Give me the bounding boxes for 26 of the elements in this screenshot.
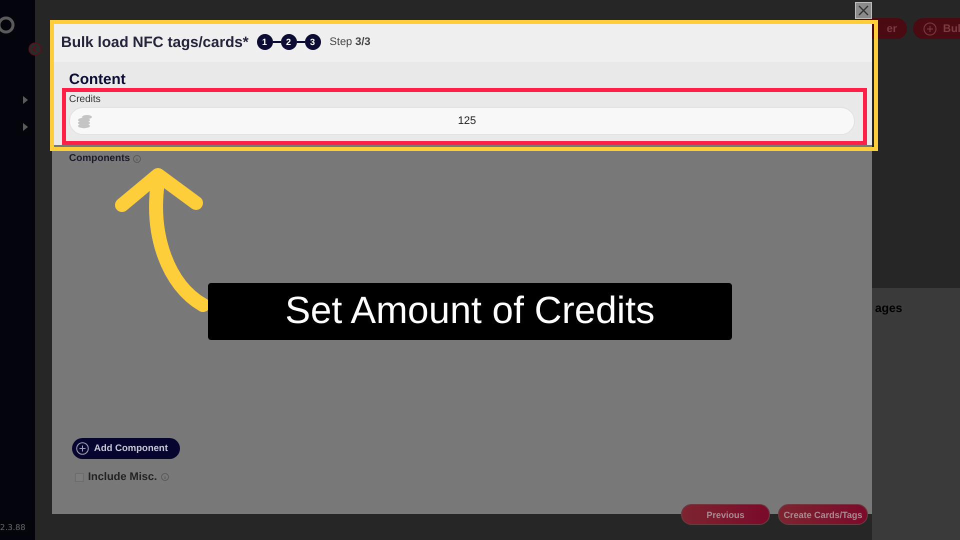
close-button[interactable] <box>855 2 872 19</box>
previous-button[interactable]: Previous <box>681 504 770 525</box>
components-label: Components <box>69 153 130 164</box>
step-counter: Step 3/3 <box>330 36 371 48</box>
info-icon <box>161 473 170 481</box>
step-marker: 1 <box>256 34 273 50</box>
step-marker: 3 <box>304 34 321 50</box>
credits-field[interactable]: 125 <box>69 107 855 135</box>
section-title: Content <box>69 71 127 88</box>
chevron-icon[interactable] <box>21 123 29 131</box>
checkbox-label: Include Misc. <box>88 471 158 483</box>
version-label: 2.3.88 <box>0 523 26 532</box>
logo-icon <box>0 14 17 36</box>
plus-icon <box>76 442 89 455</box>
panel-heading: ages <box>875 301 902 315</box>
dialog-title: Bulk load NFC tags/cards* <box>61 34 249 50</box>
field-label: Credits <box>69 94 102 105</box>
step-marker: 2 <box>280 34 297 50</box>
coins-icon <box>77 113 93 129</box>
close-icon <box>858 5 869 16</box>
add-component-button[interactable]: Add Component <box>72 438 180 459</box>
create-button[interactable]: Create Cards/Tags <box>778 504 868 525</box>
plus-icon <box>923 22 937 36</box>
chevron-icon[interactable] <box>21 96 29 104</box>
info-icon <box>133 154 142 162</box>
caption: Set Amount of Credits <box>208 283 732 340</box>
